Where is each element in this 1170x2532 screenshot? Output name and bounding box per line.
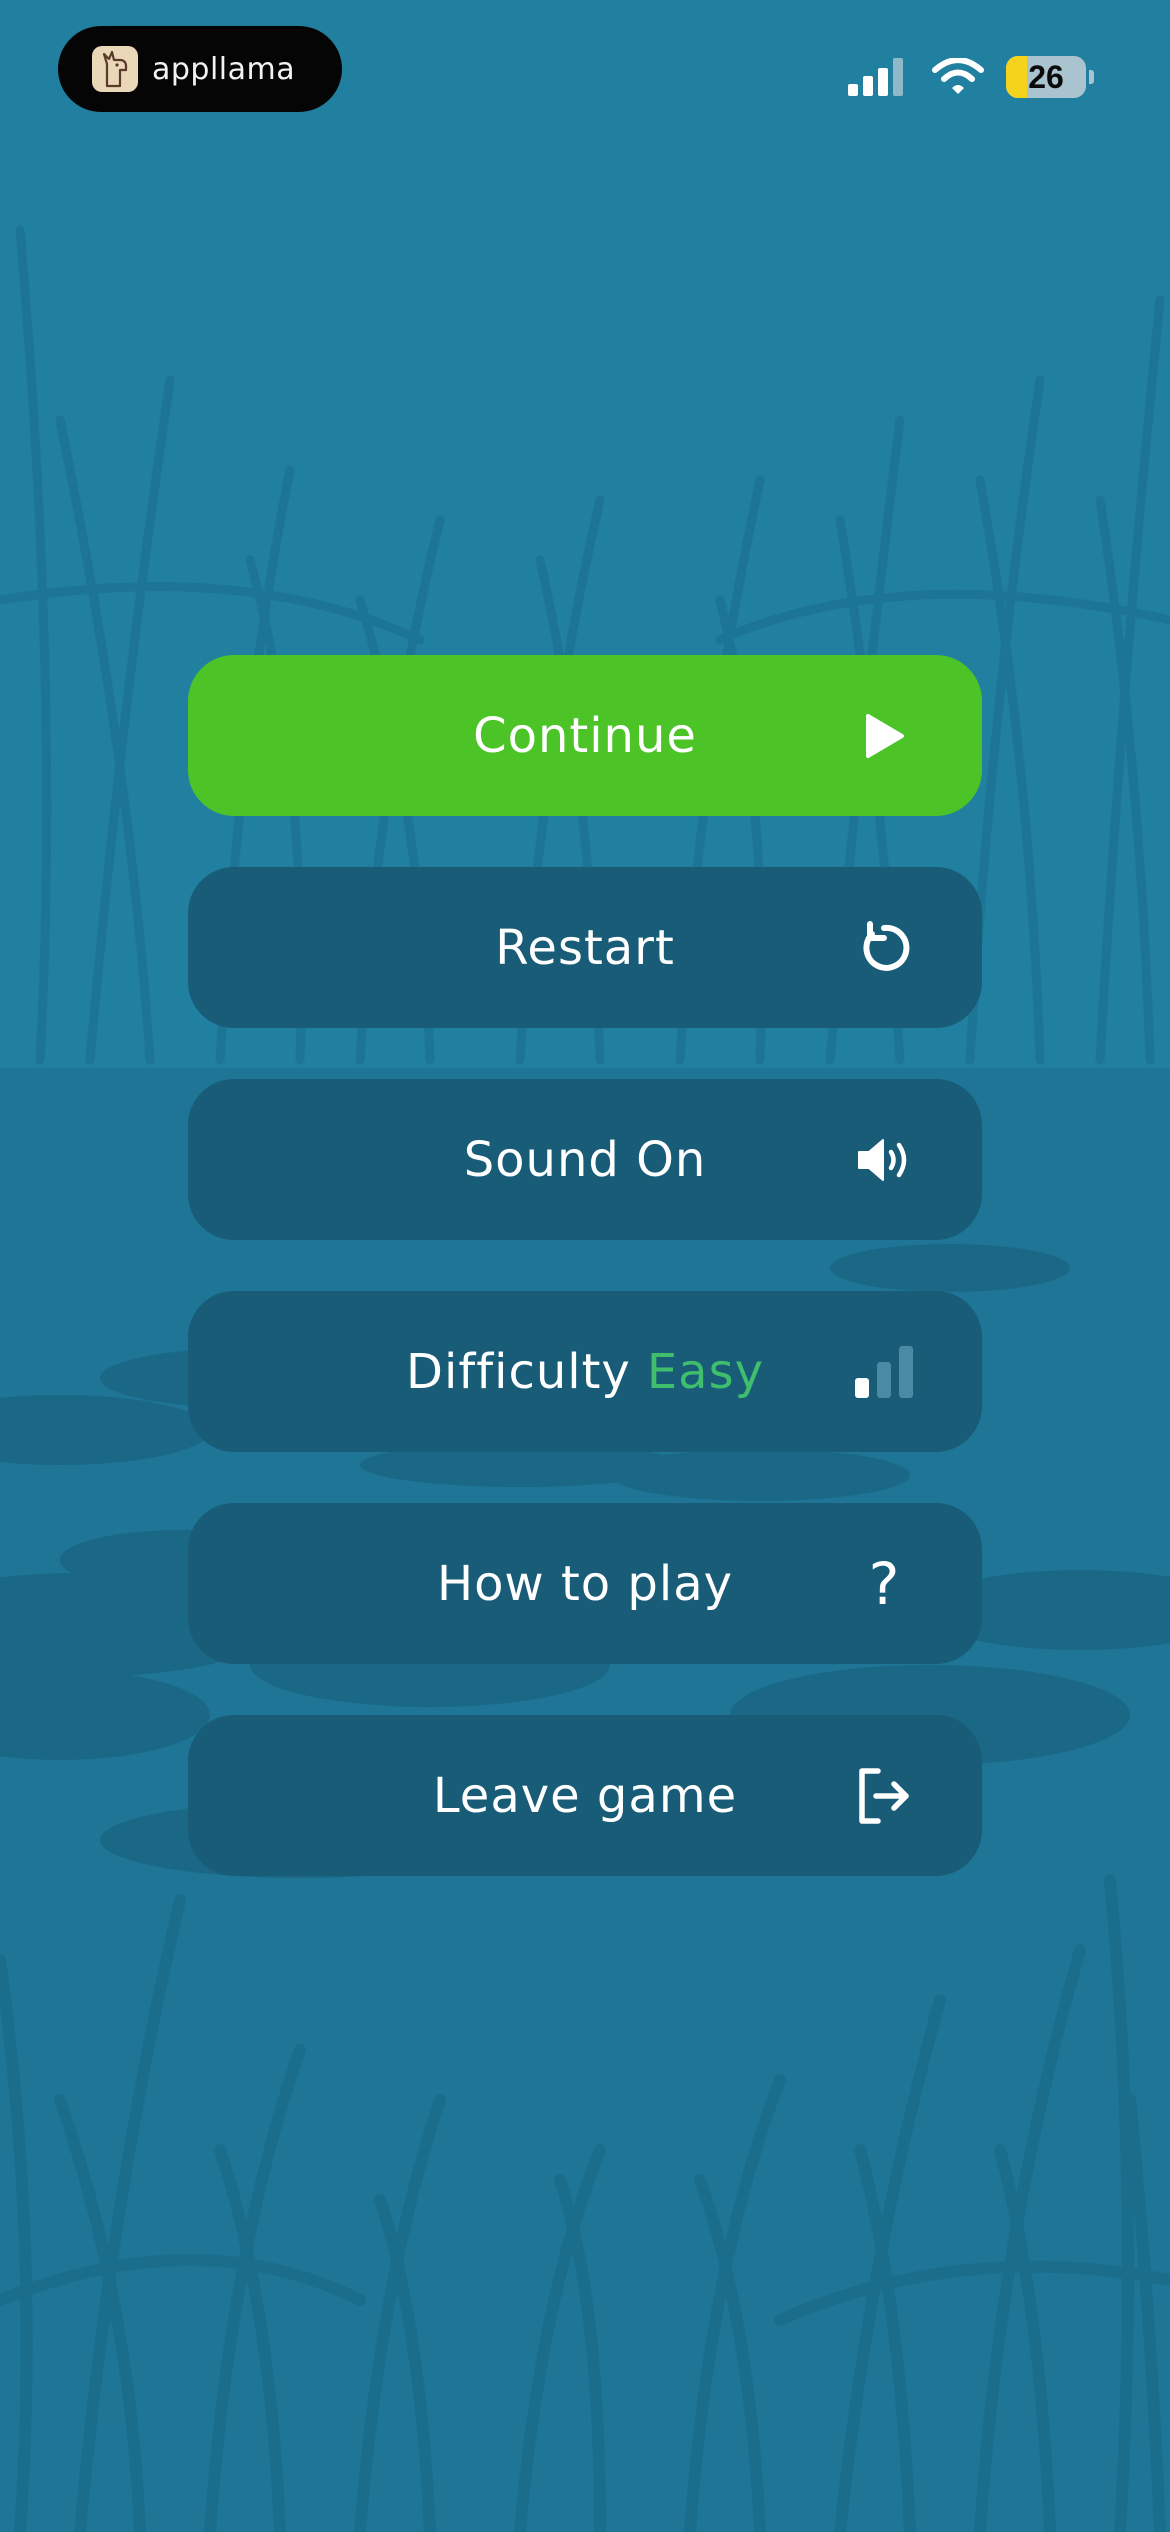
llama-logo-icon [92, 46, 138, 92]
battery-icon: 26 [1006, 56, 1086, 98]
continue-button[interactable]: Continue [188, 655, 982, 816]
difficulty-value: Easy [646, 1343, 764, 1400]
battery-percentage: 26 [1028, 58, 1064, 95]
leave-game-button[interactable]: Leave game [188, 1715, 982, 1876]
continue-label: Continue [473, 707, 697, 764]
restart-button[interactable]: Restart [188, 867, 982, 1028]
sound-toggle-button[interactable]: Sound On [188, 1079, 982, 1240]
signal-icon [848, 58, 903, 96]
difficulty-bars-icon [852, 1340, 916, 1404]
sound-label: Sound On [463, 1131, 707, 1188]
brand-badge: appllama [58, 26, 342, 112]
wifi-icon [932, 58, 984, 94]
difficulty-button[interactable]: Difficulty Easy [188, 1291, 982, 1452]
restart-label: Restart [495, 919, 675, 976]
speaker-icon [852, 1128, 916, 1192]
difficulty-label: Difficulty [406, 1343, 631, 1400]
question-icon: ? [868, 1549, 900, 1618]
brand-name: appllama [152, 51, 296, 87]
how-to-play-button[interactable]: How to play ? [188, 1503, 982, 1664]
pause-menu: Continue Restart Sound On Difficulty Eas… [188, 655, 982, 1927]
game-pause-menu-screen: appllama 26 Continue Restart Sound On Di… [0, 0, 1170, 2532]
exit-icon [852, 1764, 916, 1828]
how-to-play-label: How to play [436, 1555, 734, 1612]
leave-game-label: Leave game [432, 1767, 738, 1824]
battery-tip [1089, 70, 1094, 84]
status-indicators: 26 [848, 52, 1094, 102]
play-icon [852, 704, 916, 768]
restart-icon [852, 916, 916, 980]
